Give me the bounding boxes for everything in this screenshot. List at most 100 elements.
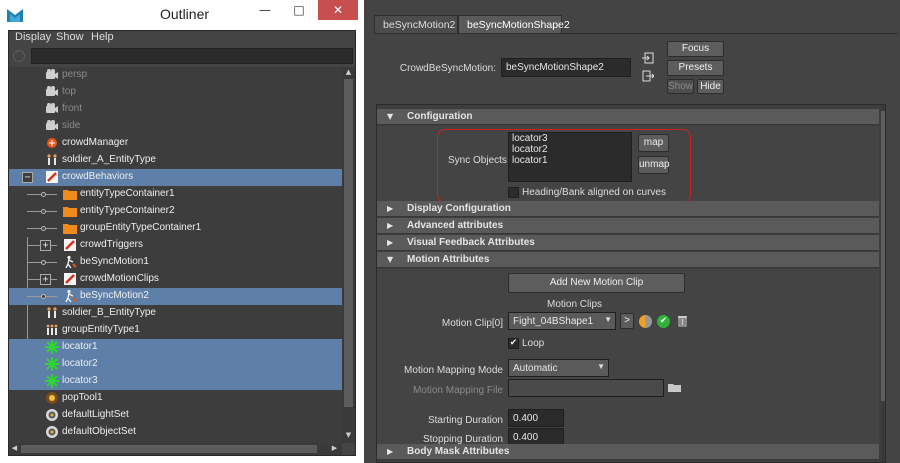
attribute-editor: beSyncMotion2 beSyncMotionShape2 CrowdBe… [366,0,900,463]
outliner-item-groupentitytypecontainer1[interactable]: groupEntityTypeContainer1 [9,220,342,237]
expand-toggle-icon[interactable]: + [40,274,51,285]
collapsed-arrow-icon: ▶ [387,447,394,456]
outliner-item-locator3[interactable]: locator3 [9,373,342,390]
outliner-item-soldier_b_entitytype[interactable]: soldier_B_EntityType [9,305,342,322]
trash-icon[interactable] [677,314,688,327]
focus-button[interactable]: Focus [667,41,724,57]
outliner-item-entitytypecontainer2[interactable]: entityTypeContainer2 [9,203,342,220]
scroll-up-arrow-icon[interactable]: ▲ [344,68,353,77]
tab-besyncmotion2[interactable]: beSyncMotion2 [374,15,458,34]
outliner-item-locator2[interactable]: locator2 [9,356,342,373]
outliner-item-label: side [62,120,81,131]
configuration-body: Sync Objects locator3 locator2 locator1 … [377,126,879,203]
expanded-arrow-icon: ▼ [387,255,394,264]
outliner-item-side[interactable]: side [9,118,342,135]
section-display-configuration[interactable]: ▶ Display Configuration [377,201,879,217]
collapsed-arrow-icon: ▶ [387,204,394,213]
section-advanced-attributes[interactable]: ▶ Advanced attributes [377,218,879,234]
outliner-item-label: beSyncMotion1 [80,256,149,267]
menu-show[interactable]: Show [56,31,84,43]
mapping-mode-dropdown[interactable]: Automatic ▼ [508,359,609,377]
outliner-item-label: locator2 [62,358,98,369]
outliner-item-defaultlightset[interactable]: defaultLightSet [9,407,342,424]
clip-color-icon[interactable] [639,315,652,328]
camera-icon [45,85,59,99]
outliner-horizontal-scrollbar[interactable]: ◀ ▶ [9,443,342,455]
outliner-item-label: soldier_B_EntityType [62,307,156,318]
add-motion-clip-button[interactable]: Add New Motion Clip [508,273,685,293]
scroll-thumb[interactable] [344,79,353,407]
section-configuration[interactable]: ▼ Configuration [377,109,879,125]
section-title: Display Configuration [407,203,511,214]
outliner-item-crowdmanager[interactable]: crowdManager [9,135,342,152]
outliner-item-label: front [62,103,83,114]
outliner-item-soldier_a_entitytype[interactable]: soldier_A_EntityType [9,152,342,169]
behavior-icon [63,272,77,286]
scroll-thumb[interactable] [881,111,885,401]
behavior-icon [63,238,77,252]
input-connection-icon[interactable] [642,52,654,64]
show-button[interactable]: Show [667,79,694,94]
output-connection-icon[interactable] [642,70,655,82]
mapping-file-field[interactable] [508,379,664,397]
outliner-item-entitytypecontainer1[interactable]: entityTypeContainer1 [9,186,342,203]
outliner-item-besyncmotion1[interactable]: beSyncMotion1 [9,254,342,271]
mapping-mode-value: Automatic [513,363,558,374]
motion-clip-value: Fight_04BShape1 [513,316,594,327]
outliner-item-front[interactable]: front [9,101,342,118]
node-name-field[interactable]: beSyncMotionShape2 [501,58,631,77]
scroll-left-arrow-icon[interactable]: ◀ [10,444,19,453]
outliner-title-bar[interactable]: Outliner — □ ✕ [0,0,364,30]
minimize-button[interactable]: — [250,0,280,20]
section-visual-feedback[interactable]: ▶ Visual Feedback Attributes [377,235,879,251]
folder-browse-icon[interactable] [668,382,682,393]
outliner-item-label: crowdBehaviors [62,171,134,182]
close-button[interactable]: ✕ [318,0,358,20]
search-options-icon[interactable] [13,50,25,62]
collapsed-arrow-icon: ▶ [387,221,394,230]
dropdown-arrow-icon: ▼ [597,362,605,371]
outliner-item-label: defaultLightSet [62,409,129,420]
collapse-toggle-icon[interactable]: − [22,172,33,183]
section-motion-attributes[interactable]: ▼ Motion Attributes [377,252,879,268]
tab-besyncmotionshape2[interactable]: beSyncMotionShape2 [458,15,570,34]
pop-tool-icon [45,391,59,405]
motion-clip-dropdown[interactable]: Fight_04BShape1 ▼ [508,312,616,330]
starting-duration-field[interactable]: 0.400 [508,409,564,427]
outliner-item-top[interactable]: top [9,84,342,101]
scroll-down-arrow-icon[interactable]: ▼ [344,431,353,440]
outliner-item-crowdbehaviors[interactable]: − crowdBehaviors [9,169,342,186]
scroll-right-arrow-icon[interactable]: ▶ [330,444,339,453]
outliner-item-crowdtriggers[interactable]: + crowdTriggers [9,237,342,254]
outliner-item-persp[interactable]: persp [9,67,342,84]
menu-display[interactable]: Display [15,31,51,43]
outliner-item-groupentitytype1[interactable]: groupEntityType1 [9,322,342,339]
loop-checkbox[interactable]: ✔ [508,338,519,349]
attribute-editor-scrollbar[interactable] [881,105,885,462]
locator-icon [45,357,59,371]
hide-button[interactable]: Hide [697,79,724,94]
outliner-item-label: locator3 [62,375,98,386]
outliner-search-field[interactable] [31,48,353,64]
group-entity-icon [45,323,59,337]
expand-toggle-icon[interactable]: + [40,240,51,251]
entity-type-icon [45,306,59,320]
hscroll-thumb[interactable] [21,445,317,453]
outliner-item-besyncmotion2[interactable]: beSyncMotion2 [9,288,342,305]
camera-icon [45,119,59,133]
presets-button[interactable]: Presets [667,60,724,76]
motion-clip-next-button[interactable]: > [620,313,634,329]
section-body-mask-attributes[interactable]: ▶ Body Mask Attributes [377,444,879,460]
outliner-item-label: entityTypeContainer2 [80,205,175,216]
outliner-item-crowdmotionclips[interactable]: + crowdMotionClips [9,271,342,288]
outliner-item-label: popTool1 [62,392,103,403]
maximize-button[interactable]: □ [284,0,314,20]
outliner-item-locator1[interactable]: locator1 [9,339,342,356]
checkmark-icon[interactable]: ✔ [657,315,670,328]
outliner-item-defaultobjectset[interactable]: defaultObjectSet [9,424,342,441]
loop-label: Loop [522,338,545,349]
menu-help[interactable]: Help [91,31,114,43]
outliner-vertical-scrollbar[interactable]: ▲ ▼ [342,67,355,443]
section-configuration-title: Configuration [407,111,473,122]
outliner-item-poptool1[interactable]: popTool1 [9,390,342,407]
